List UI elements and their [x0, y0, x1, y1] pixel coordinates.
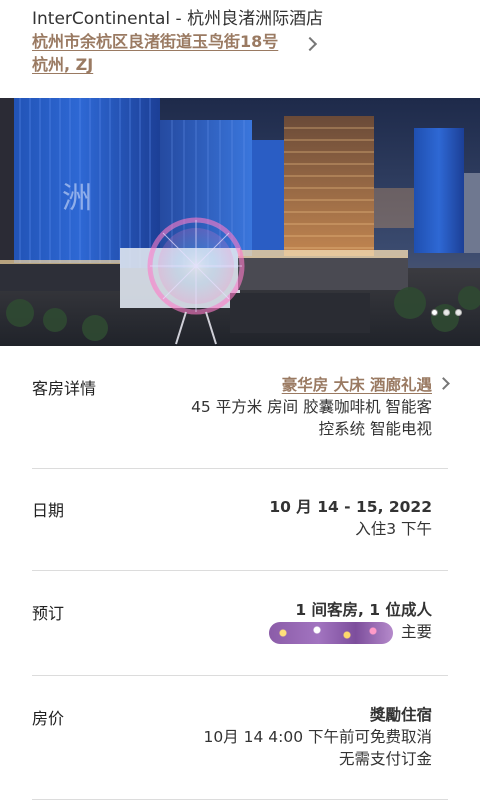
room-amenities-line2: 控系统 智能电视 — [318, 420, 432, 438]
date-value: 10 月 14 - 15, 2022 入住3 下午 — [269, 496, 432, 540]
checkin-time: 入住3 下午 — [355, 520, 432, 538]
date-section: 日期 10 月 14 - 15, 2022 入住3 下午 — [32, 494, 448, 550]
divider — [32, 799, 448, 800]
booking-label: 预订 — [32, 604, 65, 623]
carousel-dot-3[interactable] — [455, 309, 462, 316]
primary-guest-row: 主要 — [268, 621, 432, 644]
hotel-exterior-image: 洲 — [0, 98, 480, 346]
price-label: 房价 — [32, 709, 65, 728]
carousel-dot-2[interactable] — [443, 309, 450, 316]
room-amenities-line1: 45 平方米 房间 胶囊咖啡机 智能客 — [191, 398, 432, 416]
rate-name: 獎勵住宿 — [369, 706, 432, 724]
booking-value: 1 间客房, 1 位成人 主要 — [268, 599, 432, 644]
hotel-photo[interactable]: 洲 — [0, 98, 480, 346]
carousel-dots — [431, 309, 462, 316]
redacted-guest-name — [268, 621, 393, 644]
divider — [32, 570, 448, 571]
date-label: 日期 — [32, 501, 65, 520]
divider — [32, 675, 448, 676]
hotel-name: InterContinental - 杭州良渚洲际酒店 — [32, 9, 324, 29]
room-details-value: 豪华房 大床 酒廊礼遇 45 平方米 房间 胶囊咖啡机 智能客 控系统 智能电视 — [191, 374, 432, 440]
booking-summary: 1 间客房, 1 位成人 — [295, 601, 432, 619]
hotel-header: InterContinental - 杭州良渚洲际酒店 杭州市余杭区良渚街道玉鸟… — [0, 0, 480, 98]
room-details-label: 客房详情 — [32, 379, 97, 398]
booking-section: 预订 1 间客房, 1 位成人 主要 — [32, 597, 448, 653]
price-value: 獎勵住宿 10月 14 4:00 下午前可免费取消 无需支付订金 — [203, 704, 432, 770]
cancel-policy: 10月 14 4:00 下午前可免费取消 — [203, 728, 432, 746]
address-line-1[interactable]: 杭州市余杭区良渚街道玉鸟街18号 — [32, 30, 332, 53]
deposit-note: 无需支付订金 — [338, 750, 432, 768]
address-line-2[interactable]: 杭州, ZJ — [32, 53, 332, 76]
hotel-address-link[interactable]: 杭州市余杭区良渚街道玉鸟街18号 杭州, ZJ — [32, 30, 332, 76]
svg-text:洲: 洲 — [62, 181, 92, 216]
chevron-right-icon[interactable] — [437, 377, 450, 390]
price-section: 房价 獎勵住宿 10月 14 4:00 下午前可免费取消 无需支付订金 — [32, 702, 448, 782]
guest-role: 主要 — [400, 623, 432, 641]
carousel-dot-1[interactable] — [431, 309, 438, 316]
divider — [32, 468, 448, 469]
room-type-link[interactable]: 豪华房 大床 酒廊礼遇 — [191, 374, 432, 396]
date-range: 10 月 14 - 15, 2022 — [269, 498, 432, 516]
room-details-section: 客房详情 豪华房 大床 酒廊礼遇 45 平方米 房间 胶囊咖啡机 智能客 控系统… — [32, 372, 450, 452]
